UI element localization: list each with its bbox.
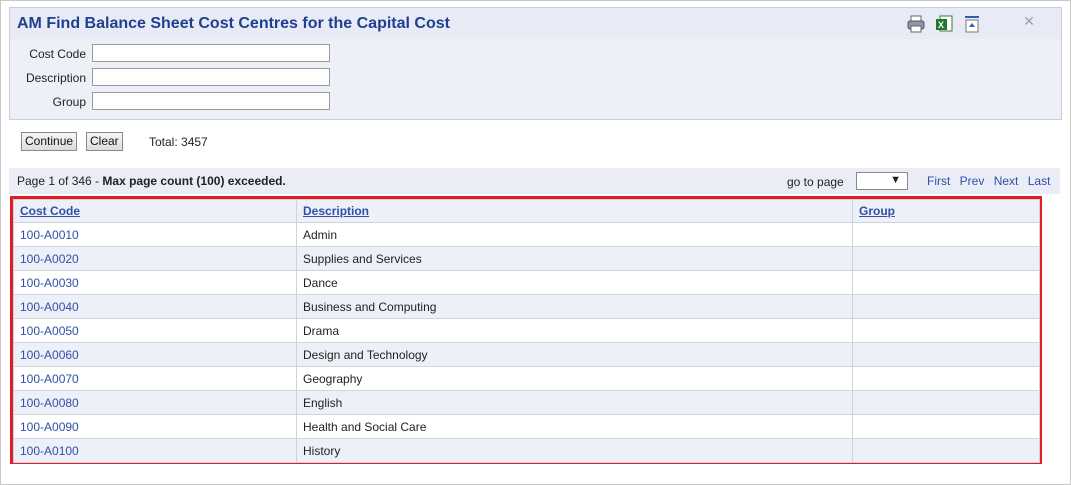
group-cell — [852, 246, 1040, 271]
table-row[interactable]: 100-A0070 Geography — [13, 366, 1040, 391]
header-row: Cost Code Description Group — [13, 199, 1040, 223]
group-cell — [852, 318, 1040, 343]
results-table: Cost Code Description Group 100-A0010 Ad… — [13, 199, 1040, 463]
goto-page-select[interactable]: ▼ — [856, 172, 908, 190]
table-row[interactable]: 100-A0040 Business and Computing — [13, 294, 1040, 319]
cost-code-label: Cost Code — [29, 47, 86, 61]
group-row: Group — [10, 92, 350, 112]
column-header-description[interactable]: Description — [296, 199, 853, 223]
description-input[interactable] — [92, 68, 330, 86]
pager-bar: Page 1 of 346 - Max page count (100) exc… — [9, 168, 1060, 194]
table-row[interactable]: 100-A0100 History — [13, 438, 1040, 463]
results-grid-frame: Cost Code Description Group 100-A0010 Ad… — [10, 196, 1042, 464]
group-cell — [852, 438, 1040, 463]
description-label: Description — [25, 71, 86, 85]
pager-links: First Prev Next Last — [927, 174, 1056, 188]
dropdown-arrow-icon: ▼ — [890, 174, 901, 186]
description-cell: Business and Computing — [296, 294, 853, 319]
title-bar: AM Find Balance Sheet Cost Centres for t… — [9, 7, 1062, 41]
cost-code-link[interactable]: 100-A0030 — [13, 270, 297, 295]
excel-export-icon[interactable]: X — [933, 13, 955, 35]
max-page-warning: Max page count (100) exceeded. — [102, 174, 286, 188]
group-label: Group — [52, 95, 86, 109]
cost-code-link[interactable]: 100-A0050 — [13, 318, 297, 343]
collapse-icon[interactable] — [961, 13, 983, 35]
table-row[interactable]: 100-A0060 Design and Technology — [13, 342, 1040, 367]
description-cell: Drama — [296, 318, 853, 343]
first-page-link[interactable]: First — [927, 174, 950, 188]
total-count: Total: 3457 — [149, 135, 208, 149]
table-row[interactable]: 100-A0090 Health and Social Care — [13, 414, 1040, 439]
cost-code-row: Cost Code — [10, 44, 350, 64]
table-row[interactable]: 100-A0020 Supplies and Services — [13, 246, 1040, 271]
dialog-window: AM Find Balance Sheet Cost Centres for t… — [0, 0, 1071, 485]
last-page-link[interactable]: Last — [1028, 174, 1051, 188]
cost-code-link[interactable]: 100-A0010 — [13, 222, 297, 247]
table-row[interactable]: 100-A0030 Dance — [13, 270, 1040, 295]
next-page-link[interactable]: Next — [994, 174, 1019, 188]
group-cell — [852, 366, 1040, 391]
description-row: Description — [10, 68, 350, 88]
goto-page-label: go to page — [787, 175, 844, 189]
continue-button[interactable]: Continue — [21, 132, 78, 151]
title-toolbar: X — [905, 13, 983, 35]
group-input[interactable] — [92, 92, 330, 110]
page-info: Page 1 of 346 - Max page count (100) exc… — [17, 174, 286, 188]
cost-code-link[interactable]: 100-A0080 — [13, 390, 297, 415]
table-row[interactable]: 100-A0080 English — [13, 390, 1040, 415]
dialog-title: AM Find Balance Sheet Cost Centres for t… — [17, 15, 450, 32]
group-cell — [852, 414, 1040, 439]
group-cell — [852, 294, 1040, 319]
description-cell: Admin — [296, 222, 853, 247]
column-header-group[interactable]: Group — [852, 199, 1040, 223]
cost-code-input[interactable] — [92, 44, 330, 62]
column-header-cost-code[interactable]: Cost Code — [13, 199, 297, 223]
group-cell — [852, 270, 1040, 295]
description-cell: Design and Technology — [296, 342, 853, 367]
description-cell: History — [296, 438, 853, 463]
table-row[interactable]: 100-A0050 Drama — [13, 318, 1040, 343]
cost-code-link[interactable]: 100-A0090 — [13, 414, 297, 439]
table-row[interactable]: 100-A0010 Admin — [13, 222, 1040, 247]
group-cell — [852, 342, 1040, 367]
cost-code-link[interactable]: 100-A0040 — [13, 294, 297, 319]
cost-code-link[interactable]: 100-A0060 — [13, 342, 297, 367]
cost-code-link[interactable]: 100-A0100 — [13, 438, 297, 463]
group-cell — [852, 222, 1040, 247]
cost-code-link[interactable]: 100-A0070 — [13, 366, 297, 391]
close-icon[interactable]: ✕ — [1017, 11, 1041, 31]
search-panel: Cost Code Description Group — [9, 39, 1062, 120]
description-cell: Health and Social Care — [296, 414, 853, 439]
description-cell: Supplies and Services — [296, 246, 853, 271]
description-cell: Dance — [296, 270, 853, 295]
description-cell: English — [296, 390, 853, 415]
clear-button[interactable]: Clear — [86, 132, 123, 151]
description-cell: Geography — [296, 366, 853, 391]
svg-text:X: X — [938, 20, 944, 30]
prev-page-link[interactable]: Prev — [960, 174, 985, 188]
page-count-text: Page 1 of 346 - — [17, 174, 103, 188]
print-icon[interactable] — [905, 13, 927, 35]
cost-code-link[interactable]: 100-A0020 — [13, 246, 297, 271]
group-cell — [852, 390, 1040, 415]
